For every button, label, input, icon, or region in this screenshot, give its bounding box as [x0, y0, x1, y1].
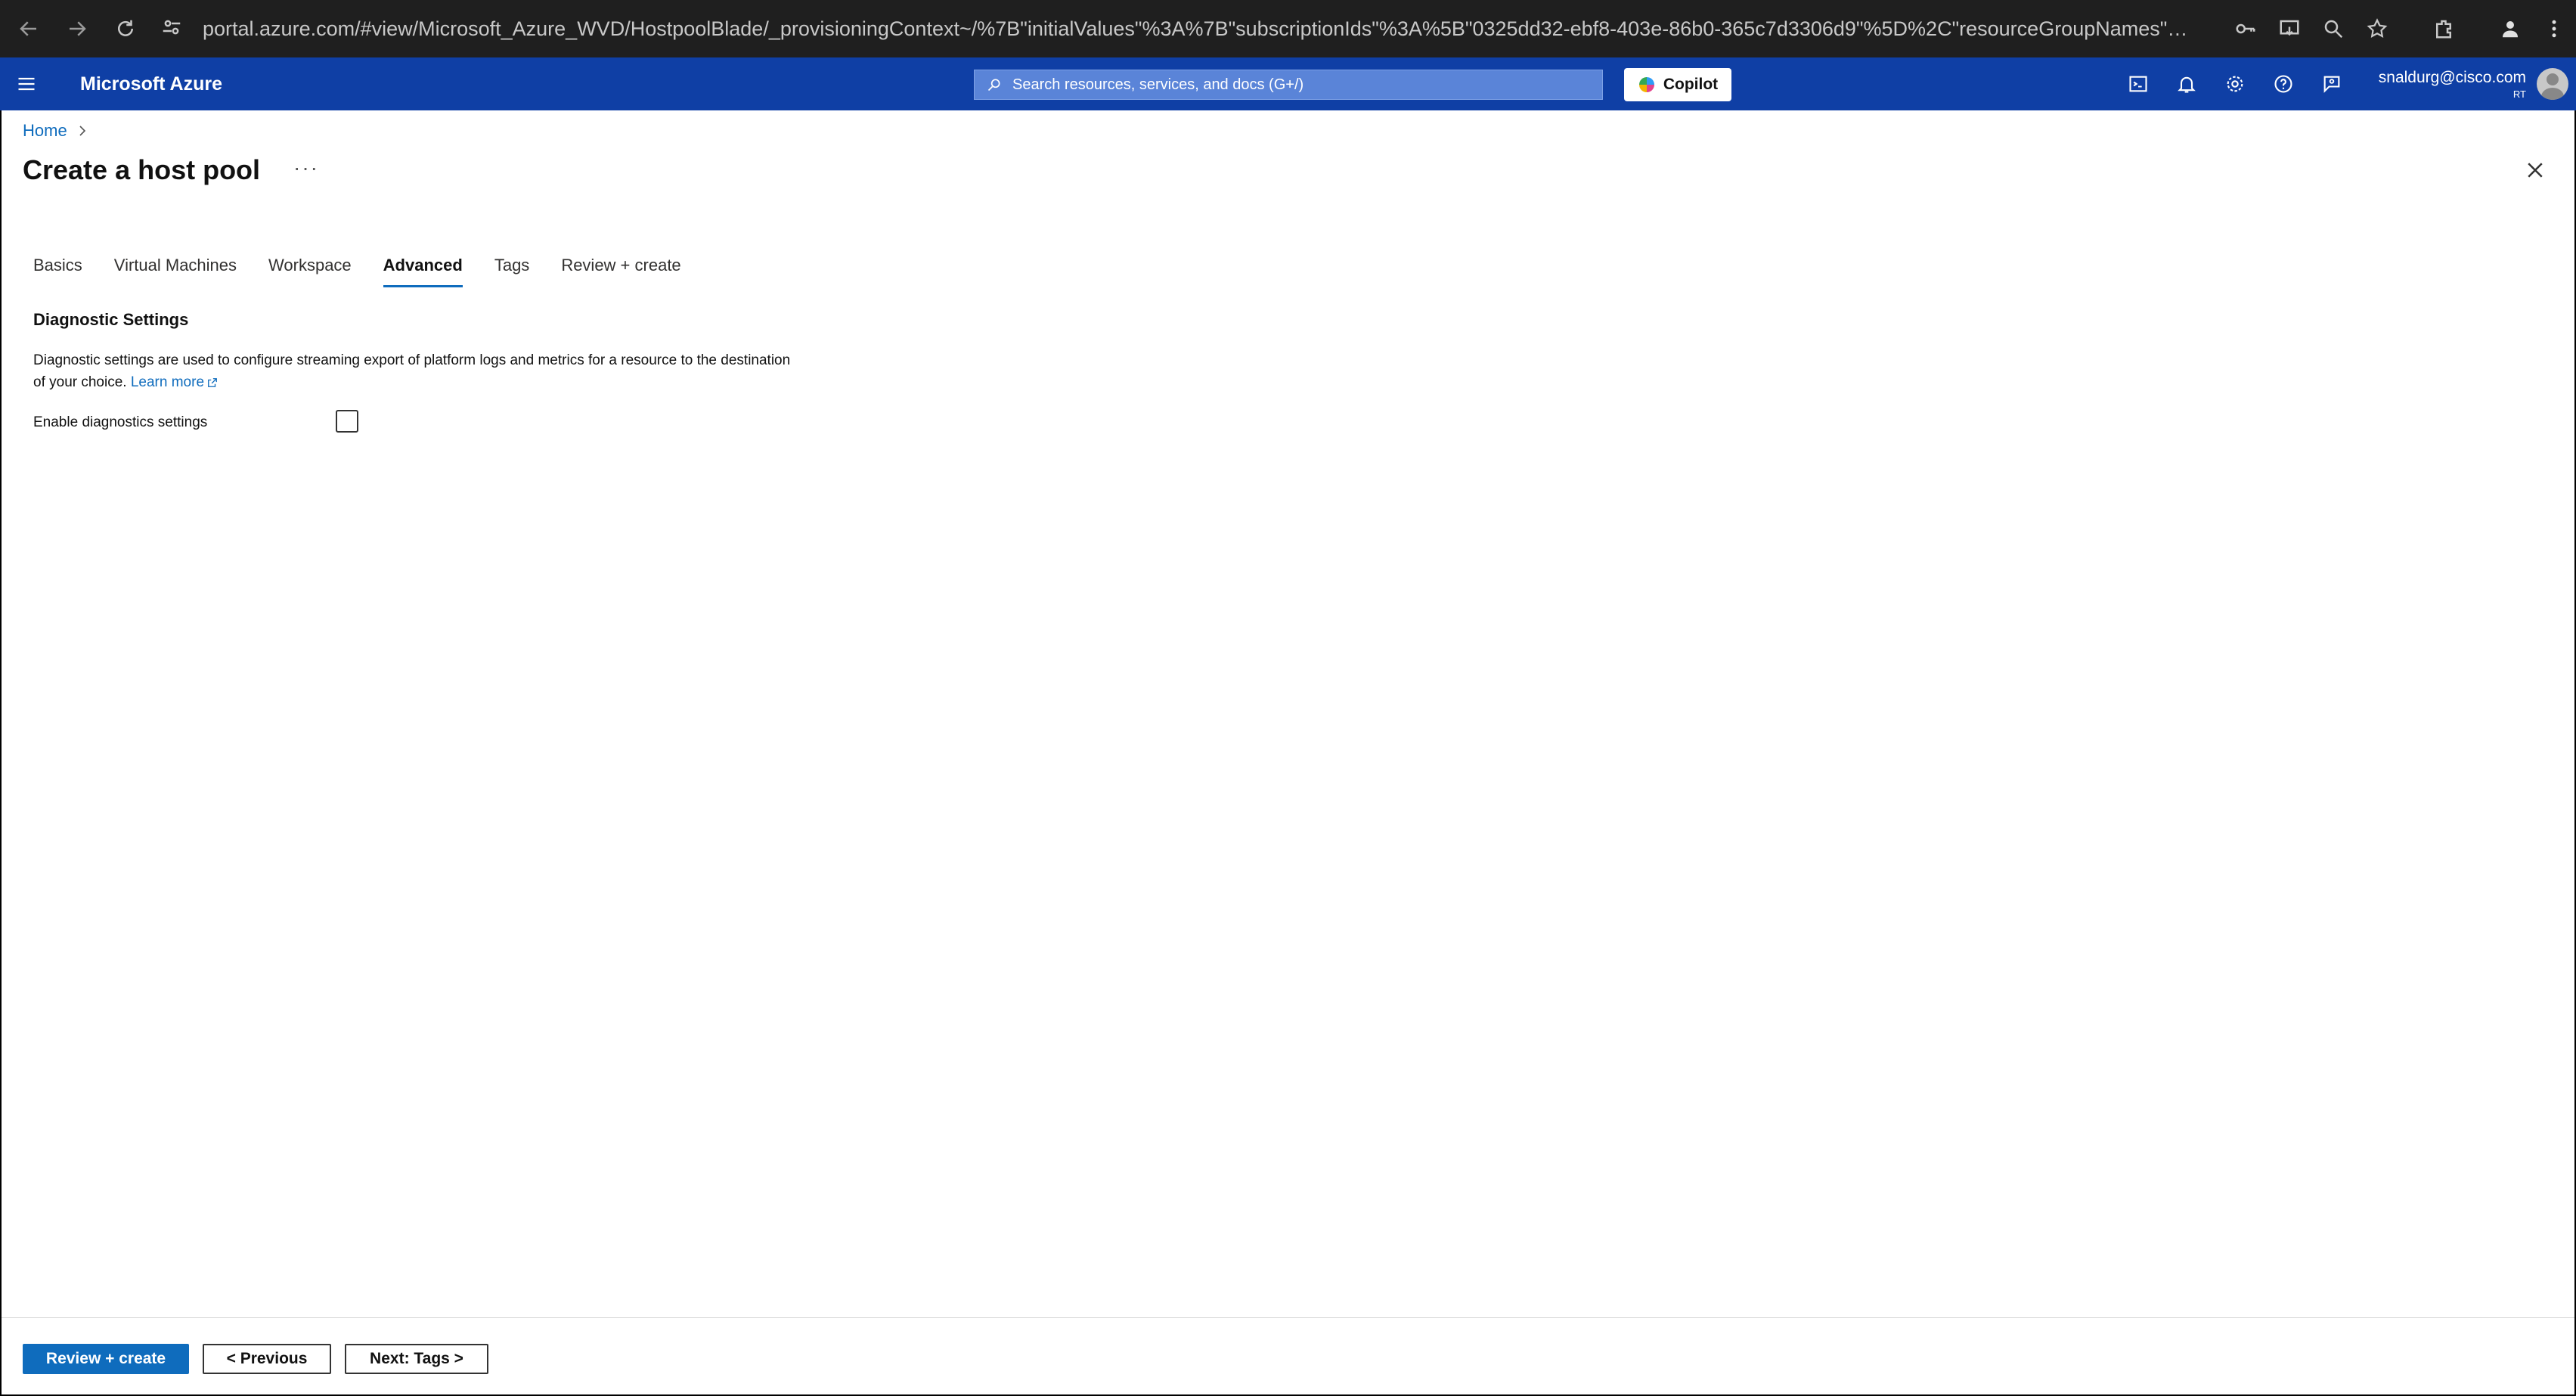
brand-name[interactable]: Microsoft Azure — [80, 73, 222, 95]
help-icon[interactable] — [2259, 57, 2308, 110]
tab-advanced[interactable]: Advanced — [383, 256, 463, 287]
browser-menu-icon[interactable] — [2532, 7, 2576, 51]
url-text[interactable]: portal.azure.com/#view/Microsoft_Azure_W… — [203, 17, 2199, 41]
avatar[interactable] — [2537, 68, 2568, 100]
diagnostics-description: Diagnostic settings are used to configur… — [33, 349, 880, 393]
cast-icon[interactable] — [2268, 7, 2311, 51]
account-email: snaldurg@cisco.com — [2378, 68, 2526, 86]
page-title: Create a host pool — [23, 154, 261, 185]
site-settings-icon[interactable] — [160, 16, 183, 42]
chevron-right-icon — [79, 126, 85, 136]
browser-toolbar: portal.azure.com/#view/Microsoft_Azure_W… — [0, 0, 2576, 57]
search-placeholder: Search resources, services, and docs (G+… — [1012, 76, 1304, 93]
learn-more-link[interactable]: Learn more — [131, 374, 218, 390]
breadcrumb: Home — [23, 121, 88, 141]
review-create-button[interactable]: Review + create — [23, 1344, 189, 1374]
search-icon — [987, 79, 1000, 92]
extensions-icon[interactable] — [2422, 7, 2466, 51]
zoom-icon[interactable] — [2311, 7, 2355, 51]
more-options-icon[interactable]: ··· — [293, 156, 319, 180]
address-bar[interactable]: portal.azure.com/#view/Microsoft_Azure_W… — [160, 8, 2202, 50]
wizard-tabs: Basics Virtual Machines Workspace Advanc… — [33, 256, 713, 287]
reload-icon[interactable] — [106, 9, 145, 48]
previous-button[interactable]: < Previous — [203, 1344, 331, 1374]
learn-more-label: Learn more — [130, 374, 205, 390]
cloud-shell-icon[interactable] — [2114, 57, 2162, 110]
profile-icon[interactable] — [2488, 7, 2532, 51]
next-tags-button[interactable]: Next: Tags > — [345, 1344, 488, 1374]
enable-diagnostics-checkbox[interactable] — [336, 410, 358, 433]
enable-diagnostics-label: Enable diagnostics settings — [33, 414, 208, 430]
description-line-1: Diagnostic settings are used to configur… — [33, 352, 791, 368]
settings-gear-icon[interactable] — [2211, 57, 2259, 110]
notifications-bell-icon[interactable] — [2162, 57, 2211, 110]
wizard-footer: Review + create < Previous Next: Tags > — [2, 1317, 2574, 1394]
tab-basics[interactable]: Basics — [33, 256, 82, 287]
global-search-input[interactable]: Search resources, services, and docs (G+… — [974, 70, 1603, 100]
copilot-button[interactable]: Copilot — [1624, 68, 1731, 101]
forward-icon[interactable] — [57, 9, 97, 48]
copilot-label: Copilot — [1663, 76, 1719, 93]
external-link-icon — [208, 378, 217, 387]
bookmark-star-icon[interactable] — [2355, 7, 2399, 51]
copilot-icon — [1638, 77, 1654, 92]
portal-menu-icon[interactable] — [0, 57, 53, 110]
tab-workspace[interactable]: Workspace — [268, 256, 352, 287]
feedback-icon[interactable] — [2308, 57, 2356, 110]
password-key-icon[interactable] — [2224, 7, 2268, 51]
account-menu[interactable]: snaldurg@cisco.com RT — [2379, 57, 2576, 110]
section-title-diagnostic-settings: Diagnostic Settings — [33, 310, 189, 329]
tab-tags[interactable]: Tags — [494, 256, 529, 287]
account-directory: RT — [2512, 88, 2526, 100]
tab-virtual-machines[interactable]: Virtual Machines — [114, 256, 237, 287]
back-icon[interactable] — [9, 9, 48, 48]
blade-content: Home Create a host pool ··· Basics Virtu… — [2, 110, 2574, 1394]
close-icon[interactable] — [2524, 159, 2547, 181]
breadcrumb-home-link[interactable]: Home — [23, 121, 67, 141]
azure-topbar: Microsoft Azure Search resources, servic… — [0, 57, 2576, 110]
tab-review-create[interactable]: Review + create — [561, 256, 680, 287]
description-line-2: of your choice. — [33, 374, 127, 390]
